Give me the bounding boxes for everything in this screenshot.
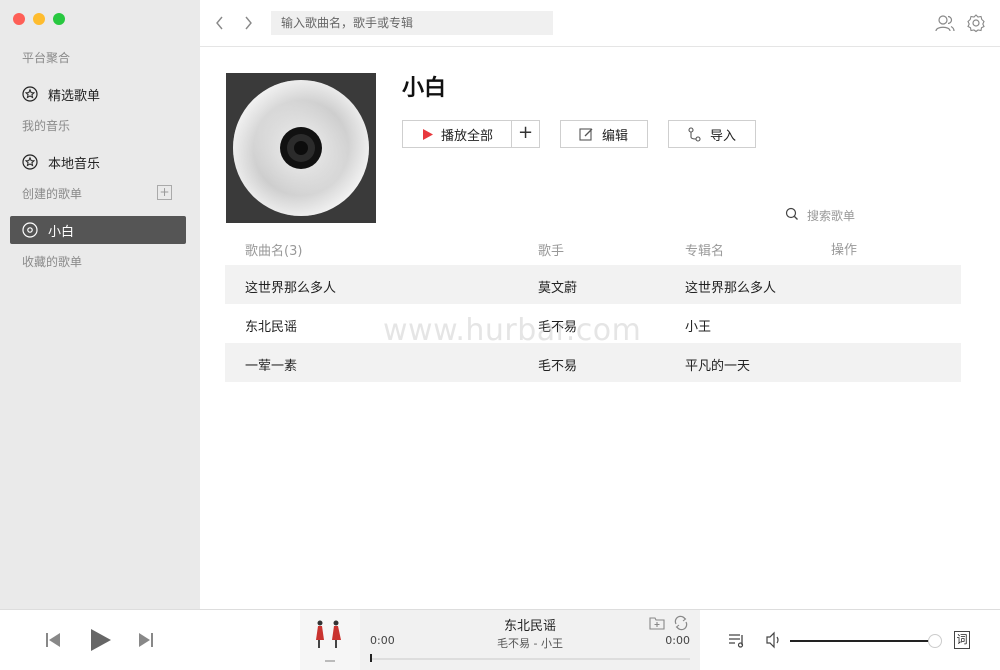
import-label: 导入 [710,128,737,144]
import-link-icon [687,126,702,142]
total-time: 0:00 [665,634,690,647]
sidebar-item-xiaobai[interactable]: 小白 [10,216,186,244]
previous-track-icon[interactable] [45,632,61,652]
song-name: 这世界那么多人 [245,281,337,296]
settings-gear-icon[interactable] [965,12,987,34]
sidebar: 平台聚合 精选歌单 我的音乐 本地音乐 创建的歌单 + 小白 收藏的歌单 [0,0,200,609]
sidebar-item-featured[interactable]: 精选歌单 [10,80,186,108]
top-bar [200,0,1000,47]
user-icon[interactable] [934,12,956,34]
playlist-search-placeholder: 搜索歌单 [807,209,856,223]
edit-pencil-icon [579,127,594,142]
minimize-window-button[interactable] [33,13,45,25]
column-header-actions: 操作 [831,243,858,258]
column-header-artist[interactable]: 歌手 [538,240,564,259]
search-input[interactable] [271,11,553,35]
song-album[interactable]: 平凡的一天 [685,355,750,374]
table-row[interactable]: 一荤一素 毛不易 平凡的一天 [225,343,961,382]
song-album[interactable]: 这世界那么多人 [685,277,776,296]
playlist-queue-icon[interactable] [728,631,746,653]
import-button[interactable]: 导入 [668,120,756,148]
song-name: 东北民谣 [245,320,298,335]
forward-arrow-icon[interactable] [240,14,256,32]
player-bar: 东北民谣 毛不易 - 小王 0:00 0:00 词 [0,609,1000,670]
song-artist[interactable]: 毛不易 [538,355,577,374]
volume-slider[interactable] [790,640,930,642]
now-playing: 东北民谣 毛不易 - 小王 0:00 0:00 [300,610,700,670]
edit-button[interactable]: 编辑 [560,120,648,148]
sidebar-item-label: 小白 [48,224,75,240]
play-icon[interactable] [90,629,112,655]
play-all-button[interactable]: 播放全部 + [402,120,540,148]
now-playing-cover-image[interactable] [300,610,360,670]
table-row[interactable]: 这世界那么多人 莫文蔚 这世界那么多人 [225,265,961,304]
song-name: 一荤一素 [245,359,298,374]
song-album[interactable]: 小王 [685,316,711,335]
sidebar-item-label: 精选歌单 [48,88,101,104]
play-icon [423,128,433,140]
progress-bar[interactable] [370,658,690,660]
song-artist[interactable]: 莫文蔚 [538,277,577,296]
star-icon [22,86,38,102]
section-title-platform: 平台聚合 [22,51,71,65]
section-title-created-playlists: 创建的歌单 [22,187,83,201]
edit-label: 编辑 [602,128,629,144]
playlist-search[interactable]: 搜索歌单 [785,207,855,224]
next-track-icon[interactable] [138,632,154,652]
disc-icon [22,222,38,238]
sidebar-item-label: 本地音乐 [48,156,101,172]
volume-handle[interactable] [928,634,942,648]
current-time: 0:00 [370,634,395,647]
search-icon [785,207,799,224]
window-controls [13,13,65,25]
playlist-cover-image [226,73,376,223]
add-playlist-button[interactable]: + [157,185,172,200]
back-arrow-icon[interactable] [212,14,228,32]
add-to-playlist-icon[interactable] [649,615,665,631]
column-header-album[interactable]: 专辑名 [685,240,724,259]
playlist-title: 小白 [402,76,447,101]
column-header-song[interactable]: 歌曲名(3) [245,240,302,259]
volume-icon[interactable] [765,631,783,653]
watermark: www.hurbar.com [383,313,642,348]
progress-handle[interactable] [370,654,372,662]
loop-icon[interactable] [673,615,689,631]
sidebar-item-local-music[interactable]: 本地音乐 [10,148,186,176]
now-playing-artist-album[interactable]: 毛不易 - 小王 [360,635,700,651]
lyrics-toggle-button[interactable]: 词 [954,631,970,649]
maximize-window-button[interactable] [53,13,65,25]
section-title-collected-playlists: 收藏的歌单 [22,255,83,269]
close-window-button[interactable] [13,13,25,25]
star-icon [22,154,38,170]
section-title-my-music: 我的音乐 [22,119,71,133]
play-all-label: 播放全部 [441,128,494,144]
add-to-queue-button[interactable]: + [511,120,539,148]
